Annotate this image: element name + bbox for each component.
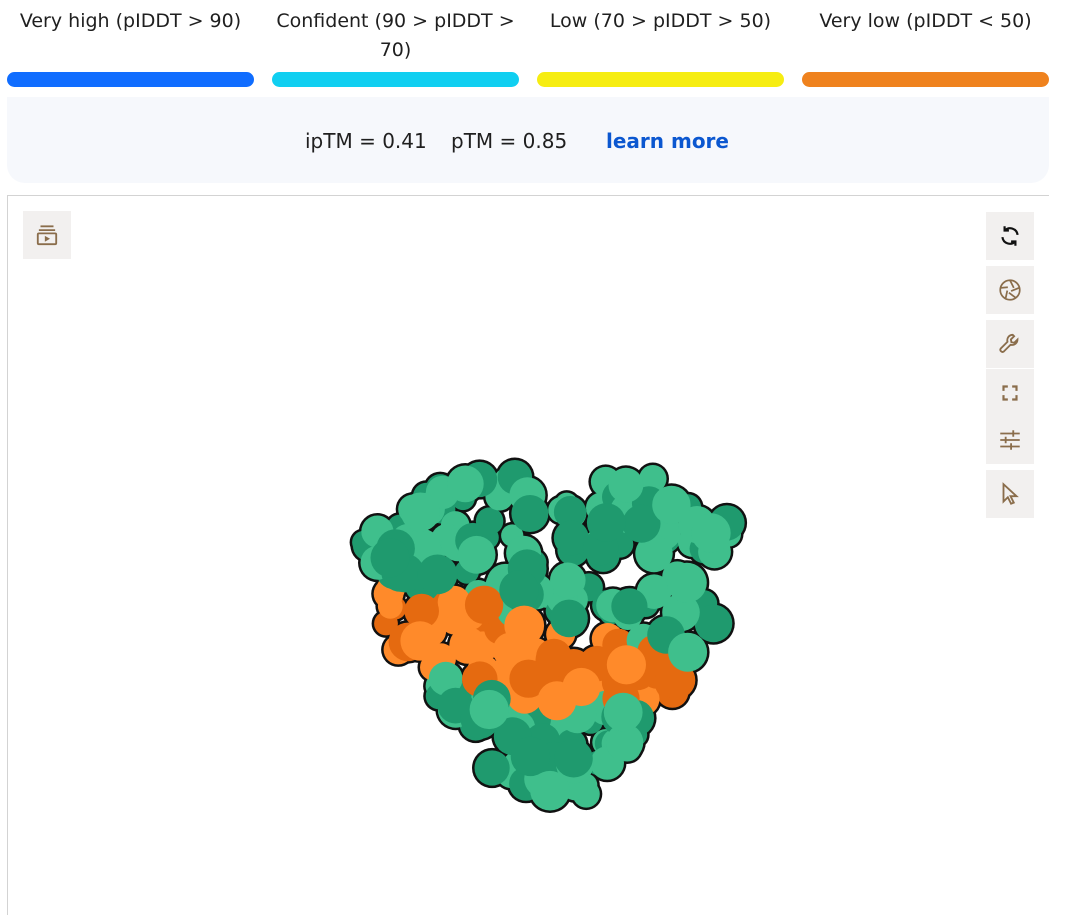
ligand-atom	[537, 681, 577, 721]
ligand-atom	[400, 621, 440, 661]
ligand-atom	[464, 585, 504, 624]
protein-atom	[586, 503, 626, 542]
legend-bar-confident	[272, 72, 519, 87]
protein-atom	[652, 485, 691, 525]
legend-label: Low (70 > pIDDT > 50)	[549, 10, 772, 32]
selection-mode-button[interactable]	[986, 470, 1034, 518]
protein-atom	[457, 535, 496, 574]
legend-bar-very-low	[802, 72, 1049, 87]
protein-atom	[511, 495, 549, 532]
protein-atom	[510, 736, 551, 777]
protein-atom	[474, 750, 510, 786]
protein-atom	[603, 692, 643, 732]
ligand-atom	[449, 626, 487, 664]
cursor-icon	[1002, 482, 1019, 505]
protein-atom	[446, 465, 484, 503]
protein-structure-render[interactable]	[340, 455, 770, 815]
protein-atom	[499, 570, 539, 610]
ligand-atom	[504, 605, 545, 646]
legend-bar-very-high	[7, 72, 254, 87]
ptm-value: pTM = 0.85	[451, 129, 568, 153]
animation-play-icon	[36, 225, 58, 246]
protein-atom	[530, 770, 570, 811]
legend-label: Confident (90 > pIDDT > 70)	[276, 10, 515, 61]
legend-item-very-high: Very high (pIDDT > 90)	[7, 0, 254, 90]
protein-atom	[417, 554, 458, 595]
protein-atom	[400, 492, 440, 532]
protein-atom	[691, 513, 731, 553]
protein-atom	[550, 562, 586, 599]
protein-atom	[694, 604, 733, 643]
protein-atom	[469, 689, 509, 730]
legend-item-confident: Confident (90 > pIDDT > 70)	[272, 0, 519, 90]
controls-button[interactable]	[986, 416, 1034, 464]
wrench-icon	[999, 333, 1019, 353]
plddt-legend: Very high (pIDDT > 90) Confident (90 > p…	[7, 0, 1049, 92]
iptm-value: ipTM = 0.41	[305, 129, 427, 153]
settings-button[interactable]	[986, 320, 1034, 368]
reset-view-button[interactable]	[986, 212, 1034, 260]
animation-button[interactable]	[23, 211, 71, 259]
legend-item-low: Low (70 > pIDDT > 50)	[537, 0, 784, 90]
camera-shutter-icon	[999, 279, 1021, 301]
protein-atom	[550, 599, 588, 638]
legend-item-very-low: Very low (pIDDT < 50)	[802, 0, 1049, 90]
fullscreen-icon	[1002, 385, 1018, 401]
protein-atom	[554, 739, 593, 778]
protein-atom	[668, 632, 708, 672]
learn-more-link[interactable]: learn more	[606, 127, 729, 155]
protein-atom	[608, 467, 644, 503]
protein-atom	[370, 538, 410, 578]
refresh-icon	[1001, 226, 1019, 246]
legend-bar-low	[537, 72, 784, 87]
protein-atom	[611, 588, 648, 625]
screenshot-button[interactable]	[986, 266, 1034, 314]
legend-label: Very low (pIDDT < 50)	[819, 10, 1032, 32]
protein-atom	[666, 562, 707, 603]
sliders-icon	[1000, 430, 1020, 450]
ligand-atom	[606, 645, 646, 685]
fullscreen-button[interactable]	[986, 369, 1034, 417]
legend-label: Very high (pIDDT > 90)	[19, 10, 242, 32]
